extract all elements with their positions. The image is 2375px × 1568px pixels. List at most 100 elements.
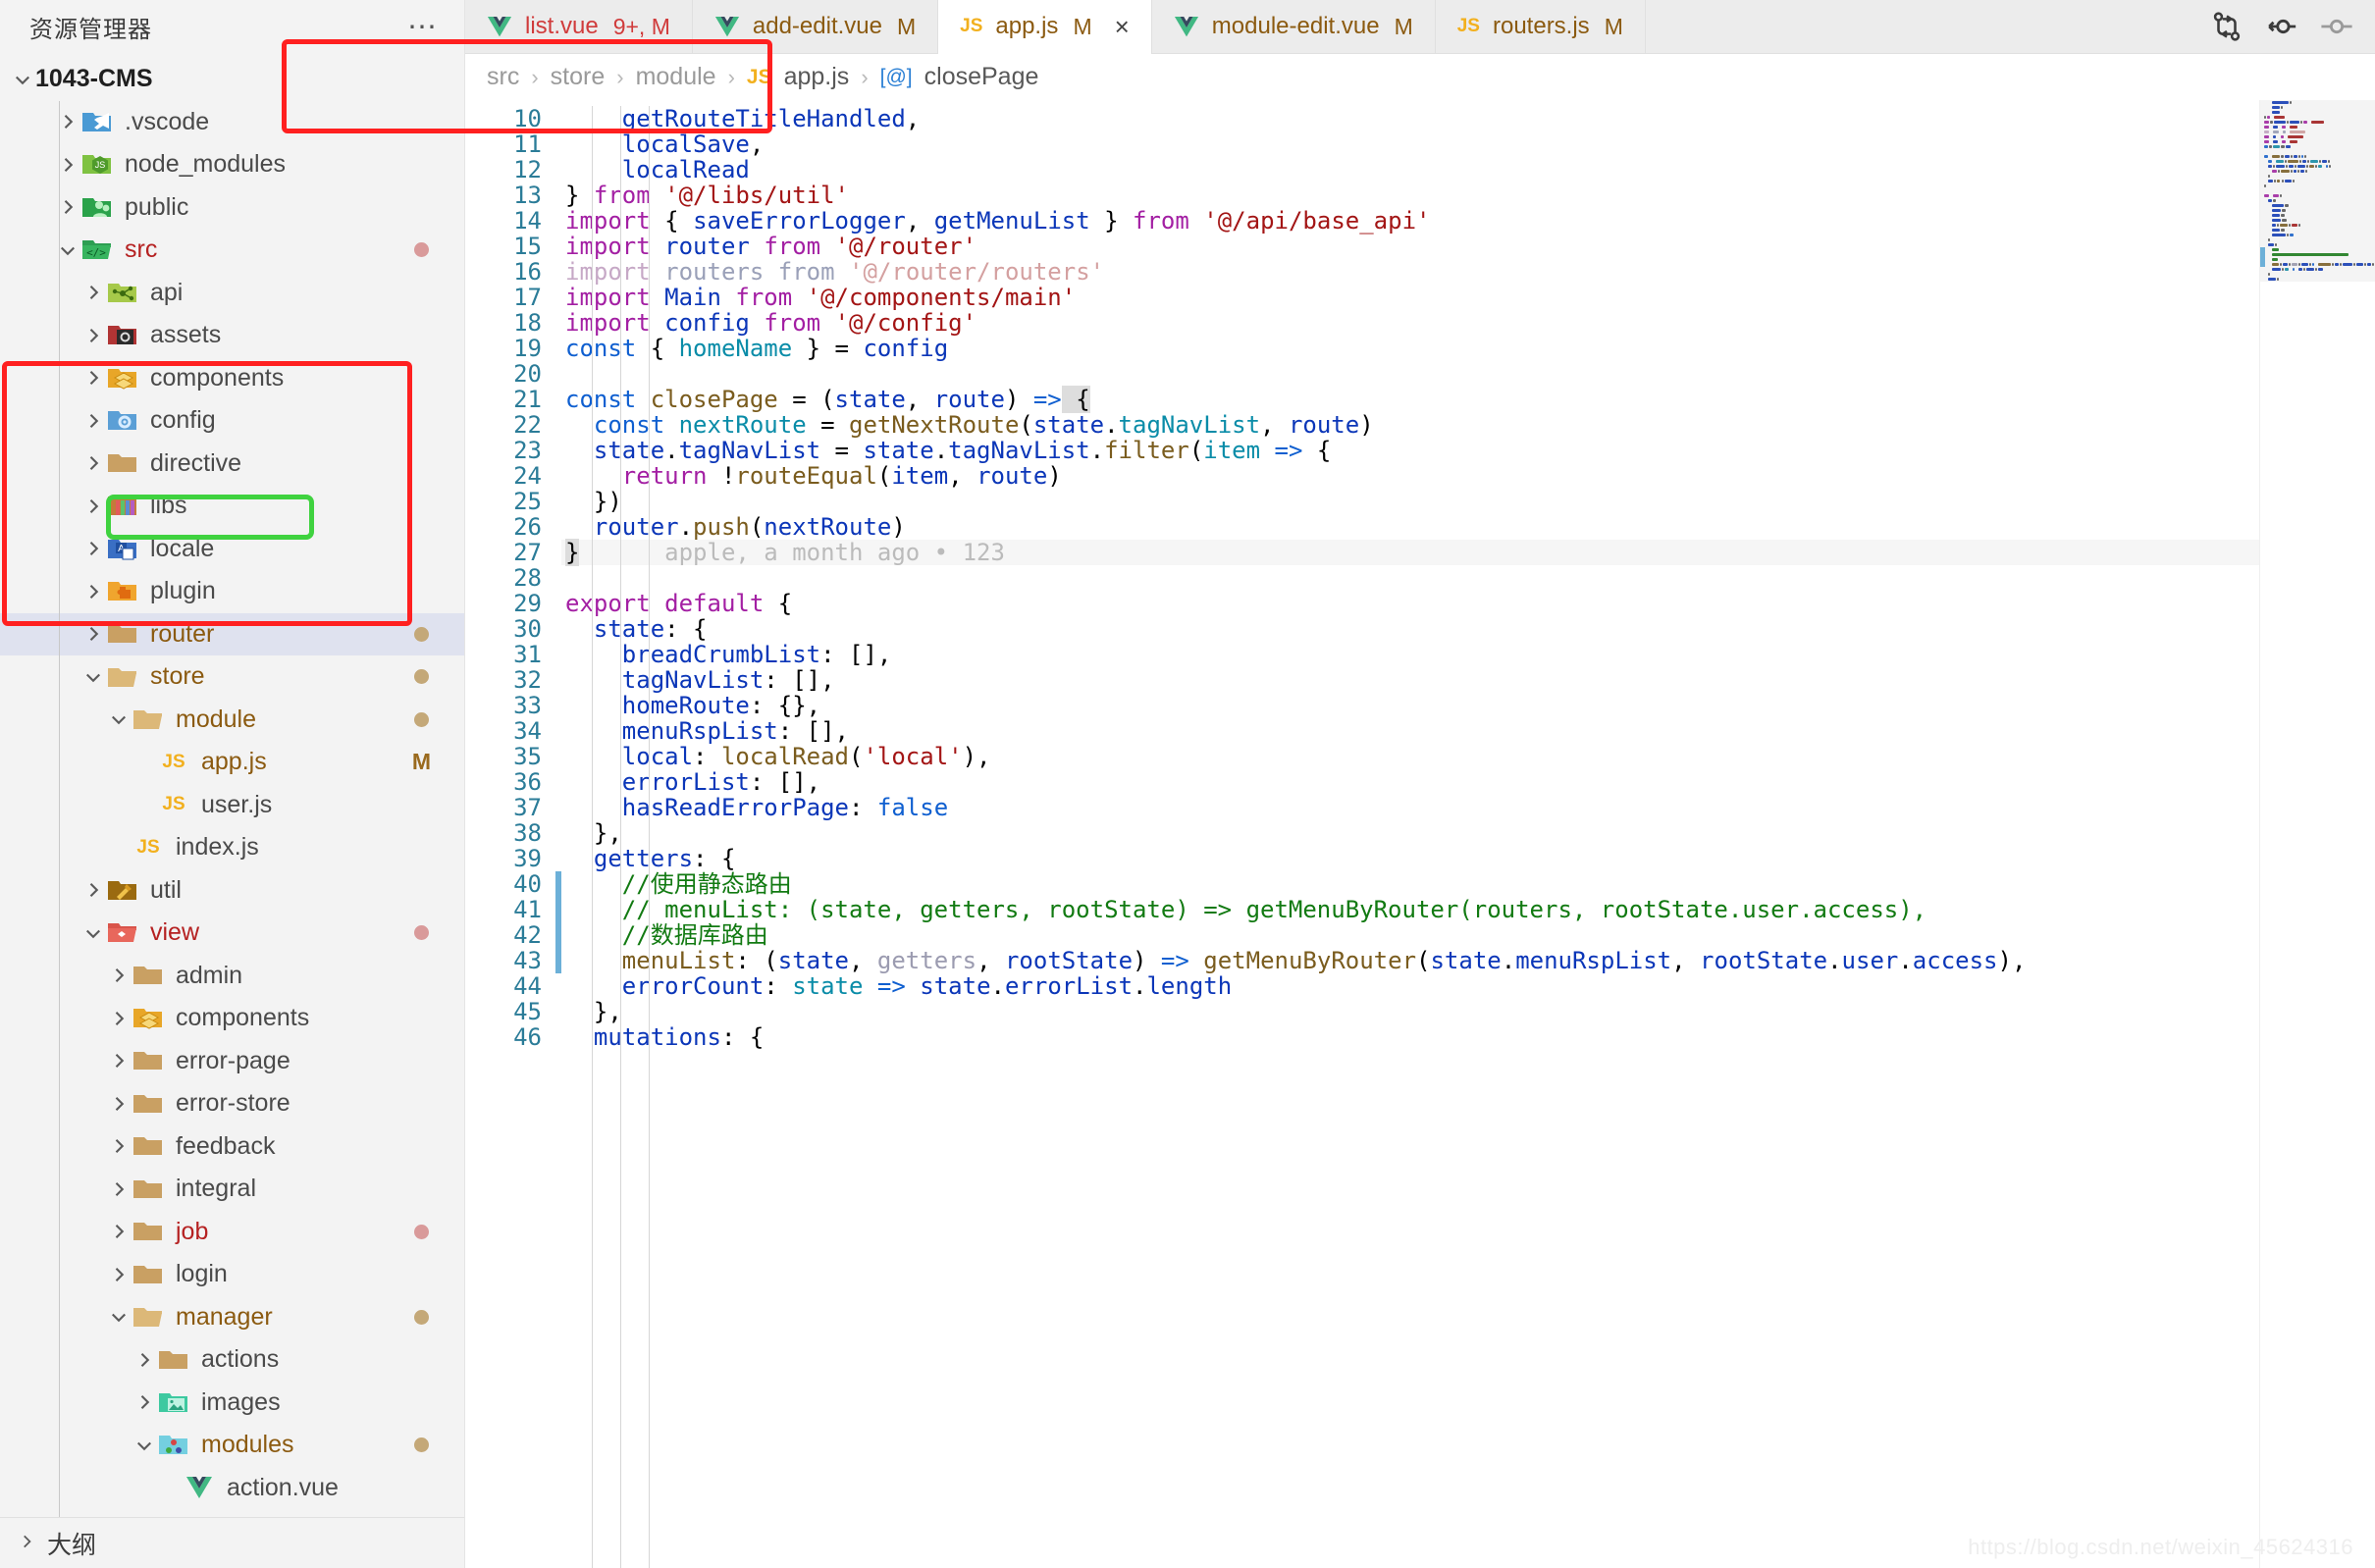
code-line[interactable]: getters: { xyxy=(561,846,2259,871)
chevron-right-icon[interactable] xyxy=(106,1222,132,1241)
chevron-right-icon[interactable] xyxy=(80,880,106,900)
code-line[interactable]: localSave, xyxy=(561,131,2259,157)
tree-item-modules[interactable]: modules xyxy=(0,1424,464,1467)
chevron-right-icon[interactable] xyxy=(132,1350,157,1370)
code-line[interactable]: }, xyxy=(561,999,2259,1024)
code-line[interactable]: hasReadErrorPage: false xyxy=(561,795,2259,820)
breadcrumb-item-src[interactable]: src xyxy=(487,63,519,91)
chevron-right-icon[interactable] xyxy=(80,453,106,473)
breadcrumb-item-app-js[interactable]: app.js xyxy=(784,63,850,91)
breadcrumb-item-closepage[interactable]: closePage xyxy=(924,63,1039,91)
tree-item-error-page[interactable]: error-page xyxy=(0,1040,464,1083)
code-line[interactable]: menuList: (state, getters, rootState) =>… xyxy=(561,948,2259,973)
code-line[interactable]: errorCount: state => state.errorList.len… xyxy=(561,973,2259,999)
code-line[interactable]: getRouteTitleHandled, xyxy=(561,106,2259,131)
code-line[interactable]: }) xyxy=(561,489,2259,514)
chevron-right-icon[interactable] xyxy=(106,1051,132,1071)
chevron-right-icon[interactable] xyxy=(106,1265,132,1284)
code-line[interactable]: const nextRoute = getNextRoute(state.tag… xyxy=(561,412,2259,438)
tree-item-public[interactable]: public xyxy=(0,186,464,230)
tree-item-util[interactable]: util xyxy=(0,869,464,913)
code-line[interactable]: import Main from '@/components/main' xyxy=(561,285,2259,310)
chevron-right-icon[interactable] xyxy=(80,326,106,345)
tree-item-directive[interactable]: directive xyxy=(0,443,464,486)
code-line[interactable]: import config from '@/config' xyxy=(561,310,2259,336)
breadcrumb-item-module[interactable]: module xyxy=(636,63,716,91)
code-line[interactable]: homeRoute: {}, xyxy=(561,693,2259,718)
code-line[interactable]: const closePage = (state, route) => { xyxy=(561,387,2259,412)
tree-item-actions[interactable]: actions xyxy=(0,1338,464,1382)
tree-item-plugin[interactable]: plugin xyxy=(0,570,464,613)
chevron-right-icon[interactable] xyxy=(80,283,106,302)
code-editor[interactable]: 1011121314151617181920212223242526272829… xyxy=(465,100,2375,1568)
chevron-down-icon[interactable] xyxy=(80,667,106,687)
chevron-down-icon[interactable] xyxy=(80,923,106,943)
split-editor-icon[interactable] xyxy=(2210,10,2243,43)
tree-item-node-modules[interactable]: JSnode_modules xyxy=(0,143,464,186)
code-line[interactable]: //数据库路由 xyxy=(561,922,2259,948)
tree-item-locale[interactable]: Alocale xyxy=(0,528,464,571)
chevron-right-icon[interactable] xyxy=(80,624,106,644)
code-line[interactable]: }, xyxy=(561,820,2259,846)
outline-panel-header[interactable]: 大纲 xyxy=(0,1517,464,1568)
code-line[interactable]: tagNavList: [], xyxy=(561,667,2259,693)
code-line[interactable]: import routers from '@/router/routers' xyxy=(561,259,2259,285)
editor-tab-list-vue[interactable]: list.vue9+, M xyxy=(465,0,693,53)
chevron-down-icon[interactable] xyxy=(132,1436,157,1455)
code-line[interactable]: import router from '@/router' xyxy=(561,234,2259,259)
editor-tab-module-edit-vue[interactable]: module-edit.vueM xyxy=(1152,0,1436,53)
code-line[interactable]: router.push(nextRoute) xyxy=(561,514,2259,540)
tree-item-api[interactable]: api xyxy=(0,272,464,315)
source-control-arrow-icon[interactable] xyxy=(2265,10,2298,43)
code-line[interactable]: const { homeName } = config xyxy=(561,336,2259,361)
tree-item-feedback[interactable]: feedback xyxy=(0,1125,464,1169)
tree-item-components[interactable]: components xyxy=(0,357,464,400)
tree-item-config[interactable]: config xyxy=(0,399,464,443)
code-line[interactable]: // menuList: (state, getters, rootState)… xyxy=(561,897,2259,922)
chevron-right-icon[interactable] xyxy=(106,1009,132,1028)
chevron-right-icon[interactable] xyxy=(106,1136,132,1156)
chevron-right-icon[interactable] xyxy=(106,1094,132,1114)
file-tree[interactable]: 1043-CMS.vscodeJSnode_modulespublic</>sr… xyxy=(0,54,464,1517)
tree-item-root[interactable]: 1043-CMS xyxy=(0,58,464,101)
chevron-right-icon[interactable] xyxy=(132,1392,157,1412)
tree-item-error-store[interactable]: error-store xyxy=(0,1082,464,1125)
tree-item-admin[interactable]: admin xyxy=(0,955,464,998)
chevron-right-icon[interactable] xyxy=(80,497,106,516)
tree-item-images[interactable]: images xyxy=(0,1382,464,1425)
chevron-right-icon[interactable] xyxy=(80,582,106,601)
code-line[interactable]: localRead xyxy=(561,157,2259,183)
code-line[interactable]: errorList: [], xyxy=(561,769,2259,795)
chevron-right-icon[interactable] xyxy=(80,539,106,558)
code-line[interactable]: state.tagNavList = state.tagNavList.filt… xyxy=(561,438,2259,463)
tree-item-manager[interactable]: manager xyxy=(0,1296,464,1339)
code-line[interactable]: //使用静态路由 xyxy=(561,871,2259,897)
code-line[interactable]: menuRspList: [], xyxy=(561,718,2259,744)
tree-item-router[interactable]: router xyxy=(0,613,464,656)
source-control-circle-icon[interactable] xyxy=(2320,10,2353,43)
editor-tab-routers-js[interactable]: JSrouters.jsM xyxy=(1436,0,1646,53)
code-line[interactable]: return !routeEqual(item, route) xyxy=(561,463,2259,489)
tree-item-job[interactable]: job xyxy=(0,1211,464,1254)
tree-item-index-js[interactable]: JSindex.js xyxy=(0,826,464,869)
code-content[interactable]: getRouteTitleHandled,localSave,localRead… xyxy=(561,100,2259,1568)
code-line[interactable]: mutations: { xyxy=(561,1024,2259,1050)
code-line[interactable]: import { saveErrorLogger, getMenuList } … xyxy=(561,208,2259,234)
editor-tab-app-js[interactable]: JSapp.jsM× xyxy=(938,0,1152,53)
code-line[interactable]: breadCrumbList: [], xyxy=(561,642,2259,667)
breadcrumb[interactable]: src›store›module›JSapp.js›[@]closePage xyxy=(465,54,2375,100)
tree-item-assets[interactable]: assets xyxy=(0,314,464,357)
chevron-right-icon[interactable] xyxy=(106,966,132,985)
tree-item-action-vue[interactable]: action.vue xyxy=(0,1467,464,1510)
code-line[interactable]: } from '@/libs/util' xyxy=(561,183,2259,208)
editor-tab-add-edit-vue[interactable]: add-edit.vueM xyxy=(693,0,938,53)
ellipsis-icon[interactable]: ⋯ xyxy=(407,23,439,32)
tree-item--vscode[interactable]: .vscode xyxy=(0,101,464,144)
code-line[interactable] xyxy=(561,565,2259,591)
code-line[interactable]: export default { xyxy=(561,591,2259,616)
breadcrumb-item-store[interactable]: store xyxy=(551,63,606,91)
tree-item-view[interactable]: view xyxy=(0,912,464,955)
code-line[interactable] xyxy=(561,361,2259,387)
chevron-right-icon[interactable] xyxy=(80,411,106,431)
tree-item-login[interactable]: login xyxy=(0,1253,464,1296)
